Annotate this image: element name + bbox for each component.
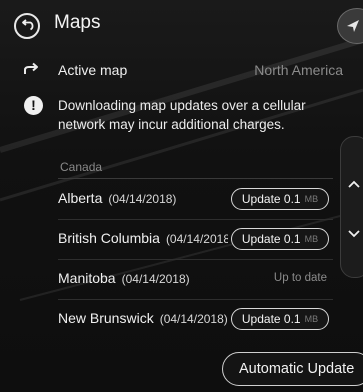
status-up-to-date: Up to date xyxy=(273,272,327,284)
page-title: Maps xyxy=(54,12,101,33)
back-arrow-icon xyxy=(22,19,34,31)
list-item[interactable]: Alberta (04/14/2018) Update 0.1 MB xyxy=(0,180,363,220)
list-item[interactable]: New Brunswick (04/14/2018) Update 0.1 MB xyxy=(0,300,363,340)
automatic-update-button[interactable]: Automatic Update xyxy=(222,352,363,386)
automatic-update-label: Automatic Update xyxy=(239,361,355,377)
list-item[interactable]: British Columbia (04/14/2018) Update 0.1 M… xyxy=(0,220,363,260)
chevron-down-icon xyxy=(348,230,360,238)
cellular-warning-text: Downloading map updates over a cellular … xyxy=(58,98,306,132)
scroll-down-button[interactable] xyxy=(344,224,363,244)
share-arrow-icon xyxy=(24,62,38,74)
list-item[interactable]: Manitoba (04/14/2018) Up to date xyxy=(0,260,363,300)
exclamation-icon: ! xyxy=(24,96,43,115)
update-button[interactable]: Update 0.1 MB xyxy=(231,188,329,210)
province-name: British Columbia xyxy=(58,230,160,246)
update-button-label: Update 0.1 xyxy=(241,192,301,206)
navigate-button[interactable] xyxy=(337,8,363,44)
section-divider xyxy=(58,178,333,179)
navigate-arrow-icon xyxy=(347,20,359,32)
province-label: British Columbia (04/14/2018) xyxy=(58,230,228,246)
update-button[interactable]: Update 0.1 MB xyxy=(231,308,329,330)
province-label: New Brunswick (04/14/2018) xyxy=(58,310,228,326)
update-size-unit: MB xyxy=(304,314,319,324)
province-label: Manitoba (04/14/2018) xyxy=(58,270,190,286)
province-name: Alberta xyxy=(58,190,103,206)
province-date: (04/14/2018) xyxy=(165,232,228,246)
province-date: (04/14/2018) xyxy=(108,192,177,206)
province-name: Manitoba xyxy=(58,270,116,286)
active-map-label: Active map xyxy=(58,62,128,78)
active-map-value: North America xyxy=(254,62,343,78)
scroll-up-button[interactable] xyxy=(344,174,363,194)
province-date: (04/14/2018) xyxy=(121,272,190,286)
update-button[interactable]: Update 0.1 MB xyxy=(231,228,329,250)
maps-screen: Maps Active map North America ! Download… xyxy=(0,0,363,392)
active-map-row[interactable]: Active map North America xyxy=(0,56,363,84)
back-button[interactable] xyxy=(14,13,40,39)
province-label: Alberta (04/14/2018) xyxy=(58,190,176,206)
province-date: (04/14/2018) xyxy=(159,312,228,326)
update-button-label: Update 0.1 xyxy=(241,232,301,246)
chevron-up-icon xyxy=(348,180,360,188)
section-header-canada: Canada xyxy=(60,160,103,174)
update-size-unit: MB xyxy=(304,194,319,204)
province-name: New Brunswick xyxy=(58,310,154,326)
update-button-label: Update 0.1 xyxy=(241,312,301,326)
update-size-unit: MB xyxy=(304,234,319,244)
scrollbar[interactable] xyxy=(340,136,363,278)
